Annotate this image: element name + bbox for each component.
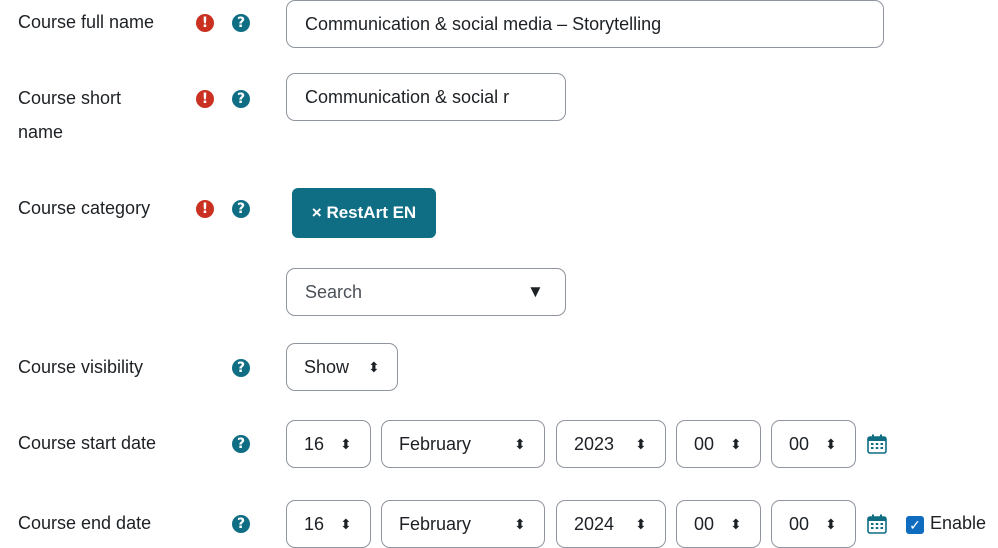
- short-name-label-line1: Course short: [18, 88, 122, 108]
- select-arrow-icon: ⬍: [514, 516, 526, 532]
- start-month-value: February: [399, 434, 472, 454]
- calendar-icon[interactable]: [867, 434, 887, 454]
- category-search-input[interactable]: Search ▼: [286, 268, 566, 316]
- end-month-value: February: [399, 514, 472, 534]
- select-arrow-icon: ⬍: [730, 436, 742, 452]
- search-placeholder: Search: [305, 282, 363, 302]
- select-arrow-icon: ⬍: [368, 359, 380, 375]
- start-year-value: 2023: [574, 434, 615, 454]
- end-day-value: 16: [304, 514, 325, 534]
- end-minute-select[interactable]: 00 ⬍: [771, 500, 856, 548]
- required-icon: !: [196, 200, 214, 218]
- select-arrow-icon: ⬍: [825, 436, 837, 452]
- full-name-input[interactable]: Communication & social media – Storytell…: [286, 0, 884, 48]
- visibility-select[interactable]: Show ⬍: [286, 343, 398, 391]
- end-year-select[interactable]: 2024 ⬍: [556, 500, 666, 548]
- visibility-label: Course visibility: [18, 357, 144, 377]
- select-arrow-icon: ⬍: [825, 516, 837, 532]
- required-icon: !: [196, 14, 214, 32]
- start-day-select[interactable]: 16 ⬍: [286, 420, 371, 468]
- start-year-select[interactable]: 2023 ⬍: [556, 420, 666, 468]
- dropdown-arrow-icon[interactable]: ▼: [527, 269, 544, 315]
- category-label: Course category: [18, 198, 151, 218]
- select-arrow-icon: ⬍: [340, 436, 352, 452]
- required-icon: !: [196, 90, 214, 108]
- end-date-label: Course end date: [18, 513, 152, 533]
- category-tag-restart-en[interactable]: × RestArt EN: [292, 188, 436, 238]
- start-minute-select[interactable]: 00 ⬍: [771, 420, 856, 468]
- full-name-label: Course full name: [18, 12, 155, 32]
- enable-label: Enable: [930, 513, 987, 533]
- end-day-select[interactable]: 16 ⬍: [286, 500, 371, 548]
- help-icon[interactable]: ?: [232, 14, 250, 32]
- select-arrow-icon: ⬍: [730, 516, 742, 532]
- end-year-value: 2024: [574, 514, 615, 534]
- select-arrow-icon: ⬍: [340, 516, 352, 532]
- short-name-input[interactable]: Communication & social r: [286, 73, 566, 121]
- help-icon[interactable]: ?: [232, 200, 250, 218]
- start-hour-value: 00: [694, 434, 715, 454]
- help-icon[interactable]: ?: [232, 515, 250, 533]
- start-day-value: 16: [304, 434, 325, 454]
- calendar-icon[interactable]: [867, 514, 887, 534]
- end-minute-value: 00: [789, 514, 810, 534]
- end-hour-select[interactable]: 00 ⬍: [676, 500, 761, 548]
- help-icon[interactable]: ?: [232, 90, 250, 108]
- help-icon[interactable]: ?: [232, 359, 250, 377]
- end-month-select[interactable]: February ⬍: [381, 500, 545, 548]
- select-arrow-icon: ⬍: [635, 516, 647, 532]
- short-name-label-line2: name: [18, 122, 64, 142]
- select-arrow-icon: ⬍: [635, 436, 647, 452]
- help-icon[interactable]: ?: [232, 435, 250, 453]
- select-arrow-icon: ⬍: [514, 436, 526, 452]
- end-hour-value: 00: [694, 514, 715, 534]
- start-month-select[interactable]: February ⬍: [381, 420, 545, 468]
- visibility-value: Show: [304, 357, 350, 377]
- enable-end-date-checkbox[interactable]: ✓: [906, 516, 924, 534]
- start-minute-value: 00: [789, 434, 810, 454]
- start-date-label: Course start date: [18, 433, 157, 453]
- start-hour-select[interactable]: 00 ⬍: [676, 420, 761, 468]
